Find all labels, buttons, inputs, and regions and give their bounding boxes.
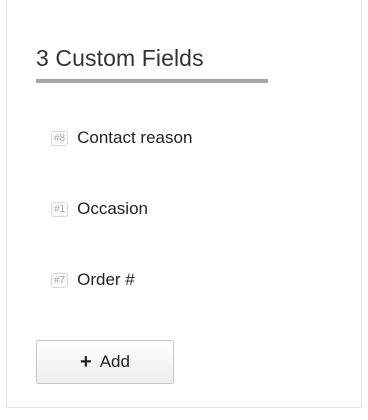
field-id-badge: #8 [51, 130, 69, 146]
custom-field-item[interactable]: #8 Contact reason [51, 120, 192, 156]
custom-field-item[interactable]: #7 Order # [51, 262, 192, 298]
add-button-label: Add [99, 352, 130, 371]
field-id-badge: #7 [51, 272, 69, 288]
custom-field-item[interactable]: #1 Occasion [51, 191, 192, 227]
field-name-link[interactable]: Order # [77, 270, 135, 290]
custom-fields-panel: 3 Custom Fields #8 Contact reason #1 Occ… [6, 0, 362, 408]
custom-field-list: #8 Contact reason #1 Occasion #7 Order # [51, 120, 192, 333]
title-underline [36, 79, 268, 83]
field-name-link[interactable]: Contact reason [77, 128, 192, 148]
field-id-badge: #1 [51, 201, 69, 217]
section-title: 3 Custom Fields [36, 45, 204, 71]
plus-icon: + [80, 351, 92, 373]
add-field-button[interactable]: + Add [36, 340, 174, 384]
field-name-link[interactable]: Occasion [77, 199, 148, 219]
